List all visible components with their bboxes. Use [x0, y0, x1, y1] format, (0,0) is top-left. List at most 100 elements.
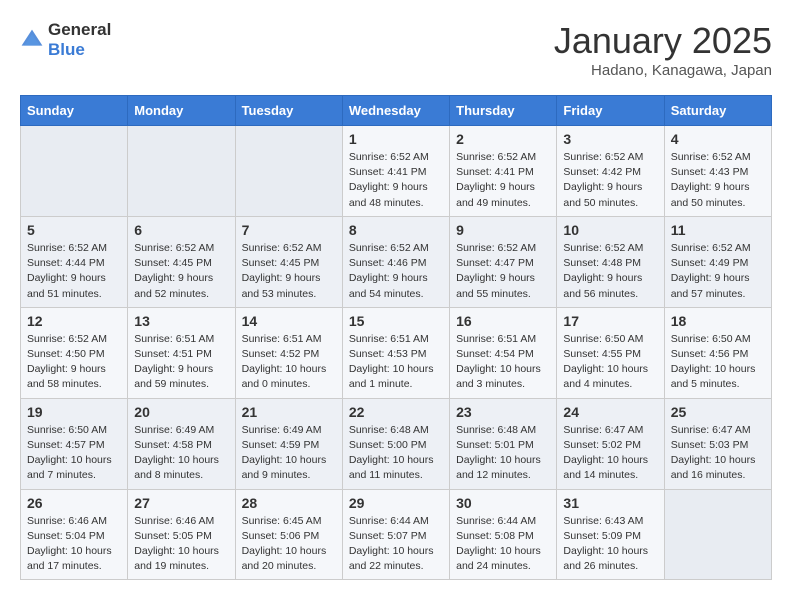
calendar-cell: 15 Sunrise: 6:51 AM Sunset: 4:53 PM Dayli…	[342, 307, 449, 398]
day-info: Sunrise: 6:52 AM Sunset: 4:48 PM Dayligh…	[563, 241, 657, 302]
day-info: Sunrise: 6:46 AM Sunset: 5:04 PM Dayligh…	[27, 514, 121, 575]
day-of-week-header: Wednesday	[342, 96, 449, 126]
day-number: 25	[671, 404, 765, 420]
calendar-cell: 1 Sunrise: 6:52 AM Sunset: 4:41 PM Daylig…	[342, 126, 449, 217]
calendar-week-row: 26 Sunrise: 6:46 AM Sunset: 5:04 PM Dayli…	[21, 489, 772, 580]
day-info: Sunrise: 6:52 AM Sunset: 4:45 PM Dayligh…	[134, 241, 228, 302]
day-info: Sunrise: 6:43 AM Sunset: 5:09 PM Dayligh…	[563, 514, 657, 575]
calendar-cell: 11Sunrise: 6:52 AM Sunset: 4:49 PM Dayli…	[664, 216, 771, 307]
day-number: 7	[242, 222, 336, 238]
day-info: Sunrise: 6:52 AM Sunset: 4:41 PM Dayligh…	[456, 150, 550, 211]
calendar-cell: 18Sunrise: 6:50 AM Sunset: 4:56 PM Dayli…	[664, 307, 771, 398]
logo-icon	[20, 28, 44, 52]
calendar-cell: 19 Sunrise: 6:50 AM Sunset: 4:57 PM Dayli…	[21, 398, 128, 489]
day-info: Sunrise: 6:52 AM Sunset: 4:42 PM Dayligh…	[563, 150, 657, 211]
calendar-cell: 16 Sunrise: 6:51 AM Sunset: 4:54 PM Dayli…	[450, 307, 557, 398]
day-number: 11	[671, 222, 765, 238]
day-info: Sunrise: 6:51 AM Sunset: 4:53 PM Dayligh…	[349, 332, 443, 393]
day-info: Sunrise: 6:50 AM Sunset: 4:55 PM Dayligh…	[563, 332, 657, 393]
header-row: SundayMondayTuesdayWednesdayThursdayFrid…	[21, 96, 772, 126]
day-number: 15	[349, 313, 443, 329]
calendar-cell: 2 Sunrise: 6:52 AM Sunset: 4:41 PM Daylig…	[450, 126, 557, 217]
day-info: Sunrise: 6:52 AM Sunset: 4:47 PM Dayligh…	[456, 241, 550, 302]
calendar-week-row: 1 Sunrise: 6:52 AM Sunset: 4:41 PM Daylig…	[21, 126, 772, 217]
calendar-cell: 13 Sunrise: 6:51 AM Sunset: 4:51 PM Dayli…	[128, 307, 235, 398]
day-number: 19	[27, 404, 121, 420]
day-of-week-header: Saturday	[664, 96, 771, 126]
calendar-cell: 23Sunrise: 6:48 AM Sunset: 5:01 PM Dayli…	[450, 398, 557, 489]
day-number: 26	[27, 495, 121, 511]
day-number: 23	[456, 404, 550, 420]
day-number: 14	[242, 313, 336, 329]
day-info: Sunrise: 6:44 AM Sunset: 5:08 PM Dayligh…	[456, 514, 550, 575]
calendar-cell: 30 Sunrise: 6:44 AM Sunset: 5:08 PM Dayli…	[450, 489, 557, 580]
day-number: 13	[134, 313, 228, 329]
calendar-title: January 2025	[554, 20, 772, 62]
day-number: 6	[134, 222, 228, 238]
day-number: 16	[456, 313, 550, 329]
calendar-cell: 31 Sunrise: 6:43 AM Sunset: 5:09 PM Dayli…	[557, 489, 664, 580]
calendar-cell: 14 Sunrise: 6:51 AM Sunset: 4:52 PM Dayli…	[235, 307, 342, 398]
calendar-cell	[664, 489, 771, 580]
day-info: Sunrise: 6:51 AM Sunset: 4:52 PM Dayligh…	[242, 332, 336, 393]
day-number: 5	[27, 222, 121, 238]
calendar-cell: 5 Sunrise: 6:52 AM Sunset: 4:44 PM Daylig…	[21, 216, 128, 307]
day-info: Sunrise: 6:52 AM Sunset: 4:43 PM Dayligh…	[671, 150, 765, 211]
calendar-cell: 20 Sunrise: 6:49 AM Sunset: 4:58 PM Dayli…	[128, 398, 235, 489]
calendar-cell: 26 Sunrise: 6:46 AM Sunset: 5:04 PM Dayli…	[21, 489, 128, 580]
day-number: 20	[134, 404, 228, 420]
day-of-week-header: Friday	[557, 96, 664, 126]
day-info: Sunrise: 6:50 AM Sunset: 4:57 PM Dayligh…	[27, 423, 121, 484]
day-number: 12	[27, 313, 121, 329]
calendar-cell	[235, 126, 342, 217]
calendar-week-row: 19 Sunrise: 6:50 AM Sunset: 4:57 PM Dayli…	[21, 398, 772, 489]
day-number: 21	[242, 404, 336, 420]
day-number: 28	[242, 495, 336, 511]
calendar-cell: 3 Sunrise: 6:52 AM Sunset: 4:42 PM Daylig…	[557, 126, 664, 217]
day-number: 1	[349, 131, 443, 147]
day-info: Sunrise: 6:50 AM Sunset: 4:56 PM Dayligh…	[671, 332, 765, 393]
day-of-week-header: Thursday	[450, 96, 557, 126]
calendar-subtitle: Hadano, Kanagawa, Japan	[554, 62, 772, 79]
calendar-cell: 22 Sunrise: 6:48 AM Sunset: 5:00 PM Dayli…	[342, 398, 449, 489]
calendar-cell: 21 Sunrise: 6:49 AM Sunset: 4:59 PM Dayli…	[235, 398, 342, 489]
calendar-table: SundayMondayTuesdayWednesdayThursdayFrid…	[20, 95, 772, 580]
day-number: 2	[456, 131, 550, 147]
day-number: 10	[563, 222, 657, 238]
day-of-week-header: Monday	[128, 96, 235, 126]
day-info: Sunrise: 6:46 AM Sunset: 5:05 PM Dayligh…	[134, 514, 228, 575]
day-number: 4	[671, 131, 765, 147]
day-info: Sunrise: 6:52 AM Sunset: 4:44 PM Dayligh…	[27, 241, 121, 302]
day-number: 30	[456, 495, 550, 511]
day-number: 22	[349, 404, 443, 420]
calendar-week-row: 12 Sunrise: 6:52 AM Sunset: 4:50 PM Dayli…	[21, 307, 772, 398]
day-info: Sunrise: 6:49 AM Sunset: 4:59 PM Dayligh…	[242, 423, 336, 484]
day-number: 27	[134, 495, 228, 511]
calendar-cell: 12 Sunrise: 6:52 AM Sunset: 4:50 PM Dayli…	[21, 307, 128, 398]
calendar-cell: 7Sunrise: 6:52 AM Sunset: 4:45 PM Daylig…	[235, 216, 342, 307]
calendar-cell	[21, 126, 128, 217]
calendar-cell: 17 Sunrise: 6:50 AM Sunset: 4:55 PM Dayli…	[557, 307, 664, 398]
day-of-week-header: Tuesday	[235, 96, 342, 126]
day-number: 9	[456, 222, 550, 238]
day-info: Sunrise: 6:52 AM Sunset: 4:41 PM Dayligh…	[349, 150, 443, 211]
day-number: 31	[563, 495, 657, 511]
calendar-cell: 27 Sunrise: 6:46 AM Sunset: 5:05 PM Dayli…	[128, 489, 235, 580]
calendar-cell: 8Sunrise: 6:52 AM Sunset: 4:46 PM Daylig…	[342, 216, 449, 307]
header: General Blue January 2025 Hadano, Kanaga…	[20, 20, 772, 79]
day-info: Sunrise: 6:52 AM Sunset: 4:46 PM Dayligh…	[349, 241, 443, 302]
day-info: Sunrise: 6:51 AM Sunset: 4:51 PM Dayligh…	[134, 332, 228, 393]
calendar-cell: 29Sunrise: 6:44 AM Sunset: 5:07 PM Dayli…	[342, 489, 449, 580]
calendar-cell: 10 Sunrise: 6:52 AM Sunset: 4:48 PM Dayli…	[557, 216, 664, 307]
day-info: Sunrise: 6:51 AM Sunset: 4:54 PM Dayligh…	[456, 332, 550, 393]
day-of-week-header: Sunday	[21, 96, 128, 126]
calendar-week-row: 5 Sunrise: 6:52 AM Sunset: 4:44 PM Daylig…	[21, 216, 772, 307]
day-number: 3	[563, 131, 657, 147]
calendar-cell: 6 Sunrise: 6:52 AM Sunset: 4:45 PM Daylig…	[128, 216, 235, 307]
day-number: 17	[563, 313, 657, 329]
day-info: Sunrise: 6:52 AM Sunset: 4:50 PM Dayligh…	[27, 332, 121, 393]
day-info: Sunrise: 6:48 AM Sunset: 5:00 PM Dayligh…	[349, 423, 443, 484]
day-info: Sunrise: 6:49 AM Sunset: 4:58 PM Dayligh…	[134, 423, 228, 484]
calendar-cell: 4 Sunrise: 6:52 AM Sunset: 4:43 PM Daylig…	[664, 126, 771, 217]
title-area: January 2025 Hadano, Kanagawa, Japan	[554, 20, 772, 79]
